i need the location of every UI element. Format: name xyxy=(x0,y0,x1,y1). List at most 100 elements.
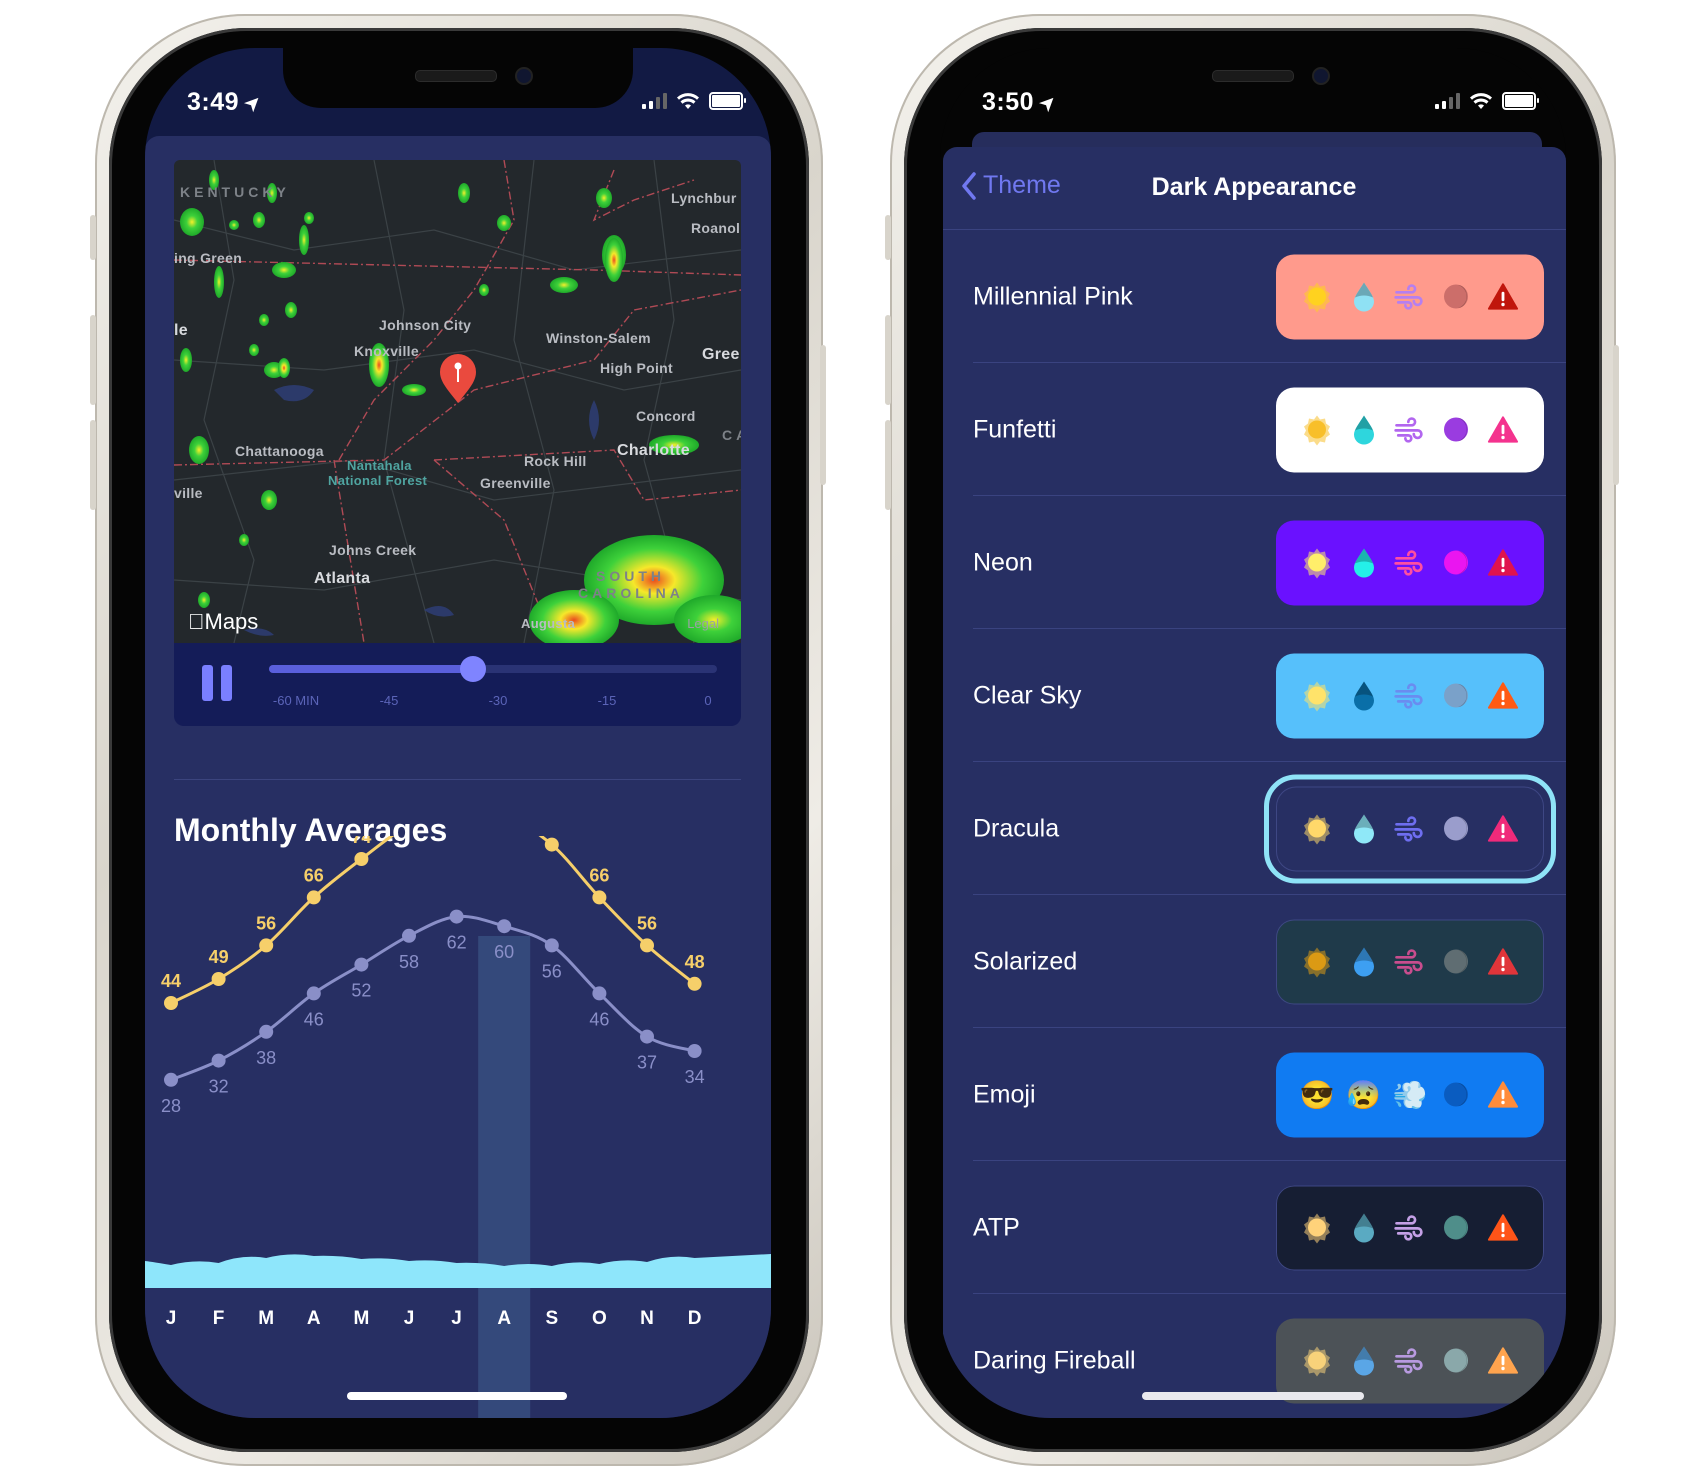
theme-row[interactable]: Solarized xyxy=(943,895,1566,1028)
series-line-high xyxy=(170,836,696,1005)
data-label-high: 66 xyxy=(304,865,324,885)
cellular-signal-icon xyxy=(642,93,667,109)
map-label: Winston-Salem xyxy=(546,330,651,346)
theme-name: Millennial Pink xyxy=(973,282,1133,310)
raindrop-icon xyxy=(1348,281,1380,313)
timeline-slider[interactable] xyxy=(269,656,717,682)
back-button[interactable]: Theme xyxy=(961,171,1061,200)
location-pin-icon[interactable] xyxy=(438,352,478,404)
volume-down-button xyxy=(90,420,96,510)
left-screen: 3:49 ➤ KENTUCKY ing Green le ville Lynch… xyxy=(145,48,771,1418)
volume-up-button xyxy=(885,315,891,405)
map-label: National Forest xyxy=(328,473,428,488)
wind-icon xyxy=(1394,946,1426,978)
month-label: O xyxy=(592,1308,607,1329)
theme-swatch[interactable] xyxy=(1276,1185,1544,1270)
data-label-low: 58 xyxy=(399,952,419,972)
map-label: Johnson City xyxy=(379,317,472,333)
map-label: CA xyxy=(722,427,741,443)
location-arrow-icon: ➤ xyxy=(239,90,266,116)
month-label: A xyxy=(497,1308,511,1329)
alert-icon xyxy=(1487,813,1519,845)
speaker xyxy=(415,70,497,82)
battery-icon xyxy=(709,92,746,110)
location-arrow-icon: ➤ xyxy=(1034,90,1061,116)
data-label-low: 46 xyxy=(589,1009,609,1029)
data-point-low xyxy=(164,1072,178,1087)
volume-down-button xyxy=(885,420,891,510)
chevron-left-icon xyxy=(962,171,976,200)
data-label-high: 74 xyxy=(351,836,371,847)
theme-row[interactable]: ATP xyxy=(943,1161,1566,1294)
theme-name: Funfetti xyxy=(973,415,1057,443)
pause-button[interactable] xyxy=(202,665,232,701)
map-label: Nantahala xyxy=(347,458,412,473)
map-label: Augusta xyxy=(521,616,576,631)
theme-row[interactable]: Emoji 😎 😰 💨 xyxy=(943,1028,1566,1161)
month-label: D xyxy=(688,1308,702,1329)
month-label: A xyxy=(307,1308,321,1329)
status-icons xyxy=(642,92,746,110)
theme-row[interactable]: Dracula xyxy=(943,762,1566,895)
radar-player: -60 MIN -45 -30 -15 0 xyxy=(174,643,741,726)
legal-link[interactable]: Legal xyxy=(687,616,719,631)
status-time: 3:50 ➤ xyxy=(982,88,1061,116)
sun-icon: 😎 xyxy=(1299,1079,1335,1110)
radar-map[interactable]: KENTUCKY ing Green le ville Lynchbur Roa… xyxy=(174,160,741,643)
front-camera xyxy=(515,67,533,85)
data-point-low xyxy=(497,919,512,934)
wind-icon xyxy=(1394,547,1426,579)
mute-switch xyxy=(90,215,96,260)
data-point-high xyxy=(211,972,226,986)
raindrop-icon xyxy=(1348,1212,1380,1244)
theme-swatch[interactable] xyxy=(1276,653,1544,738)
apple-maps-logo: Maps xyxy=(188,609,258,634)
theme-name: Daring Fireball xyxy=(973,1346,1136,1374)
sun-icon xyxy=(1301,281,1333,313)
sun-icon xyxy=(1301,813,1333,845)
home-indicator[interactable] xyxy=(1142,1392,1364,1400)
theme-name: Clear Sky xyxy=(973,681,1082,709)
theme-row[interactable]: Millennial Pink xyxy=(943,230,1566,363)
theme-row[interactable]: Neon xyxy=(943,496,1566,629)
data-label-high: 48 xyxy=(685,952,705,972)
sun-icon xyxy=(1301,1345,1333,1377)
timeline-tick: -60 MIN xyxy=(272,693,320,708)
power-button xyxy=(1613,345,1619,485)
theme-swatch[interactable] xyxy=(1276,919,1544,1004)
home-indicator[interactable] xyxy=(347,1392,567,1400)
data-label-low: 62 xyxy=(447,933,467,953)
weather-card: KENTUCKY ing Green le ville Lynchbur Roa… xyxy=(145,136,771,1418)
data-label-low: 46 xyxy=(304,1009,324,1029)
timeline-slider-thumb[interactable] xyxy=(459,656,486,682)
map-label: Knoxville xyxy=(354,343,419,359)
data-point-low xyxy=(687,1044,702,1058)
wind-icon xyxy=(1394,1212,1426,1244)
alert-icon xyxy=(1487,414,1519,446)
theme-swatch[interactable] xyxy=(1276,254,1544,339)
map-label: SOUTH xyxy=(596,568,665,584)
theme-row[interactable]: Funfetti xyxy=(943,363,1566,496)
data-label-low: 32 xyxy=(209,1077,229,1097)
theme-name: ATP xyxy=(973,1213,1020,1241)
moon-icon xyxy=(1440,1212,1472,1244)
moon-icon xyxy=(1440,680,1472,712)
theme-swatch[interactable] xyxy=(1264,774,1556,883)
speaker xyxy=(1212,70,1294,82)
data-point-low xyxy=(306,986,321,1001)
data-point-low xyxy=(354,957,369,972)
map-label: Charlotte xyxy=(617,442,690,459)
theme-row[interactable]: Clear Sky xyxy=(943,629,1566,762)
map-label: Gree xyxy=(702,346,740,363)
month-label: J xyxy=(451,1308,462,1329)
theme-swatch[interactable]: 😎 😰 💨 xyxy=(1276,1052,1544,1137)
theme-swatch[interactable] xyxy=(1276,520,1544,605)
raindrop-icon xyxy=(1348,414,1380,446)
moon-icon xyxy=(1440,281,1472,313)
raindrop-icon xyxy=(1348,680,1380,712)
theme-swatch[interactable] xyxy=(1276,1318,1544,1403)
theme-name: Emoji xyxy=(973,1080,1036,1108)
theme-swatch[interactable] xyxy=(1276,387,1544,472)
data-label-high: 44 xyxy=(161,971,181,991)
month-label: N xyxy=(640,1308,654,1329)
